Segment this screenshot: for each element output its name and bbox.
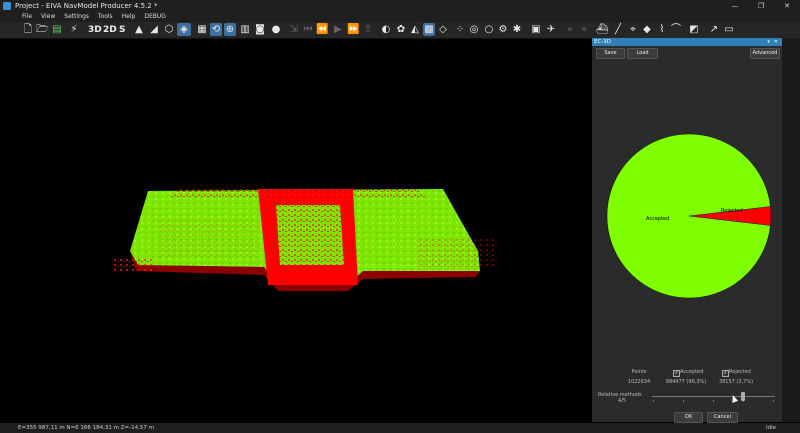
step-back-icon[interactable]: ⏪ bbox=[316, 23, 328, 36]
slider-tick bbox=[713, 400, 714, 402]
dots-grid-icon[interactable]: ⁘ bbox=[454, 23, 466, 36]
save-db-icon[interactable]: ▤ bbox=[51, 23, 63, 36]
slider-thumb[interactable] bbox=[740, 392, 745, 401]
arrow-up-icon[interactable]: ⇧ bbox=[362, 23, 374, 36]
view-s-button[interactable]: S bbox=[119, 22, 125, 38]
cancel-button[interactable]: Cancel bbox=[707, 412, 738, 423]
grid-icon[interactable]: ▦ bbox=[196, 23, 208, 36]
palette-icon[interactable]: ✿ bbox=[395, 23, 407, 36]
new-file-icon[interactable]: 🗋 bbox=[22, 23, 34, 36]
close-button[interactable]: ✕ bbox=[774, 0, 800, 12]
menu-view[interactable]: View bbox=[41, 13, 55, 21]
pie-label-accepted: Accepted bbox=[646, 216, 669, 222]
pin-icon[interactable]: ⌖ bbox=[627, 23, 639, 36]
save-button[interactable]: Save bbox=[596, 48, 625, 59]
minimize-button[interactable]: — bbox=[722, 0, 748, 12]
menu-file[interactable]: File bbox=[22, 13, 32, 21]
shape-icon[interactable]: ◈ bbox=[177, 23, 191, 36]
rejected-checkbox[interactable]: ✓ bbox=[722, 370, 729, 377]
window-title: Project - EIVA NavModel Producer 4.5.2 * bbox=[15, 2, 158, 10]
points-label: Points bbox=[631, 369, 647, 375]
left-strip bbox=[0, 39, 18, 422]
wand-icon[interactable]: ⚡ bbox=[68, 23, 80, 36]
shield-icon[interactable]: ◆ bbox=[641, 23, 653, 36]
ship-icon[interactable]: ⛴ bbox=[596, 23, 609, 36]
contrast-icon[interactable]: ◐ bbox=[380, 23, 392, 36]
accepted-label: Accepted bbox=[680, 369, 704, 375]
cursor-coordinates: E=355 987,11 m N=6 166 184,31 m Z=-14,57… bbox=[18, 425, 154, 431]
line-icon[interactable]: ╱ bbox=[612, 23, 624, 36]
select-icon[interactable]: ▭ bbox=[723, 23, 735, 36]
export-icon[interactable]: ▣ bbox=[530, 23, 542, 36]
menu-debug[interactable]: DEBUG bbox=[144, 13, 166, 21]
globe-icon[interactable]: ⊕ bbox=[224, 23, 236, 36]
profile-icon[interactable]: ⌒ bbox=[670, 23, 682, 36]
tag-icon[interactable]: ◇ bbox=[437, 23, 449, 36]
settings-icon[interactable]: ✱ bbox=[511, 23, 523, 36]
bucket-icon[interactable]: ◭ bbox=[409, 23, 421, 36]
menu-settings[interactable]: Settings bbox=[64, 13, 89, 21]
rewind-icon[interactable]: « bbox=[564, 23, 576, 36]
map-icon[interactable]: ▥ bbox=[239, 23, 251, 36]
target-icon[interactable]: ◎ bbox=[468, 23, 480, 36]
view-2d-button[interactable]: 2D bbox=[103, 22, 117, 38]
maximize-button[interactable]: ❐ bbox=[748, 0, 774, 12]
cube-icon[interactable]: ⬡ bbox=[163, 23, 175, 36]
accept-reject-pie-chart: Accepted Rejected bbox=[606, 133, 772, 299]
step-forward-icon[interactable]: ⏩ bbox=[347, 23, 359, 36]
view-3d-button[interactable]: 3D bbox=[88, 22, 102, 38]
texture-icon[interactable]: ▩ bbox=[423, 23, 435, 36]
rejected-label: Rejected bbox=[729, 369, 751, 375]
triangle-icon[interactable]: ▲ bbox=[133, 23, 145, 36]
slider-tick bbox=[653, 400, 654, 402]
point-cloud[interactable] bbox=[18, 39, 591, 422]
polyline-icon[interactable]: ⌇ bbox=[656, 23, 668, 36]
menu-help[interactable]: Help bbox=[122, 13, 136, 21]
camera-icon[interactable]: ◙ bbox=[254, 23, 266, 36]
3d-viewport[interactable] bbox=[18, 39, 591, 422]
accepted-value: 984477 (96,3%) bbox=[665, 379, 707, 385]
menu-tools[interactable]: Tools bbox=[98, 13, 113, 21]
skip-back-icon[interactable]: ⏮ bbox=[302, 23, 314, 36]
app-icon bbox=[3, 2, 11, 10]
import-icon[interactable]: ⇲ bbox=[288, 23, 300, 36]
gear-icon[interactable]: ⚙ bbox=[497, 23, 509, 36]
main-toolbar: 🗋 🗁 ▤ ⚡ 3D 2D S ▲ ◢ ⬡ ◈ ▦ ⟲ ⊕ ▥ ◙ ● ⇲ ⏮ … bbox=[0, 22, 800, 39]
play-icon[interactable]: ▶ bbox=[332, 23, 344, 36]
accepted-checkbox[interactable]: ✓ bbox=[673, 370, 680, 377]
panel-pin-icon[interactable]: ▾ bbox=[767, 38, 770, 46]
ok-button[interactable]: OK bbox=[674, 412, 703, 423]
right-strip bbox=[782, 38, 800, 422]
panel-header: EC-3D ▾ ✕ bbox=[592, 38, 782, 46]
menu-bar: File View Settings Tools Help DEBUG bbox=[0, 12, 800, 22]
slider-tick bbox=[683, 400, 684, 402]
forward-icon[interactable]: » bbox=[578, 23, 590, 36]
path-icon[interactable]: ↗ bbox=[708, 23, 720, 36]
status-bar: E=355 987,11 m N=6 166 184,31 m Z=-14,57… bbox=[0, 423, 800, 433]
points-value: 1022634 bbox=[627, 379, 651, 385]
advanced-button[interactable]: Advanced bbox=[750, 48, 780, 59]
slider-tick bbox=[773, 400, 774, 402]
title-bar: Project - EIVA NavModel Producer 4.5.2 *… bbox=[0, 0, 800, 12]
measure-icon[interactable]: ⟲ bbox=[210, 23, 222, 36]
circle-icon[interactable]: ○ bbox=[483, 23, 495, 36]
status-state: Idle bbox=[765, 425, 776, 431]
relative-methods-value: 4/5 bbox=[618, 398, 627, 404]
chart-icon[interactable]: ◩ bbox=[688, 23, 700, 36]
panel-title: EC-3D bbox=[594, 39, 612, 45]
load-button[interactable]: Load bbox=[627, 48, 658, 59]
panel-close-icon[interactable]: ✕ bbox=[774, 38, 778, 46]
relative-methods-slider[interactable] bbox=[652, 396, 775, 397]
open-folder-icon[interactable]: 🗁 bbox=[36, 23, 48, 36]
record-icon[interactable]: ● bbox=[270, 23, 282, 36]
terrain-icon[interactable]: ◢ bbox=[148, 23, 160, 36]
pie-label-rejected: Rejected bbox=[721, 208, 743, 214]
rejected-value: 38157 (3,7%) bbox=[718, 379, 754, 385]
plane-icon[interactable]: ✈ bbox=[545, 23, 557, 36]
